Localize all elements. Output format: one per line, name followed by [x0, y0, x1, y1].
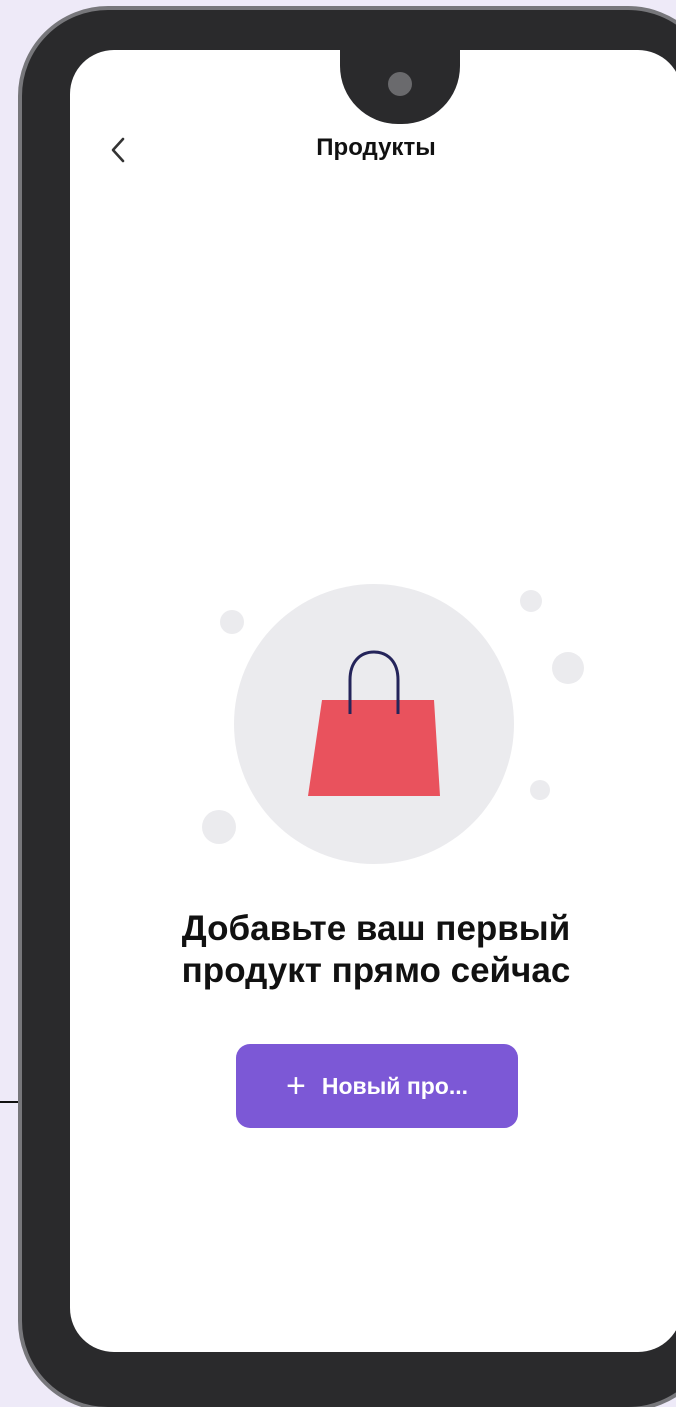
- page-title: Продукты: [316, 134, 436, 161]
- empty-state-illustration: [200, 542, 584, 902]
- decorative-dot: [530, 780, 550, 800]
- canvas: Продукты Добавьте ваш первый продукт пря…: [0, 0, 676, 1407]
- decorative-dot: [220, 610, 244, 634]
- new-product-button[interactable]: + Новый про...: [236, 1044, 518, 1128]
- decorative-dot: [520, 590, 542, 612]
- decorative-dot: [202, 810, 236, 844]
- empty-state-message-line2: продукт прямо сейчас: [181, 951, 571, 990]
- plus-icon: +: [286, 1067, 306, 1105]
- empty-state-message-line1: Добавьте ваш первый: [181, 909, 571, 948]
- phone-screen: Продукты Добавьте ваш первый продукт пря…: [70, 50, 676, 1352]
- camera-notch: [340, 50, 460, 124]
- decorative-dot: [552, 652, 584, 684]
- empty-state-message: Добавьте ваш первый продукт прямо сейчас: [70, 908, 676, 992]
- new-product-label: Новый про...: [321, 1072, 468, 1099]
- shopping-bag-icon: [308, 650, 440, 796]
- camera-icon: [388, 72, 412, 96]
- phone-frame: Продукты Добавьте ваш первый продукт пря…: [18, 6, 676, 1407]
